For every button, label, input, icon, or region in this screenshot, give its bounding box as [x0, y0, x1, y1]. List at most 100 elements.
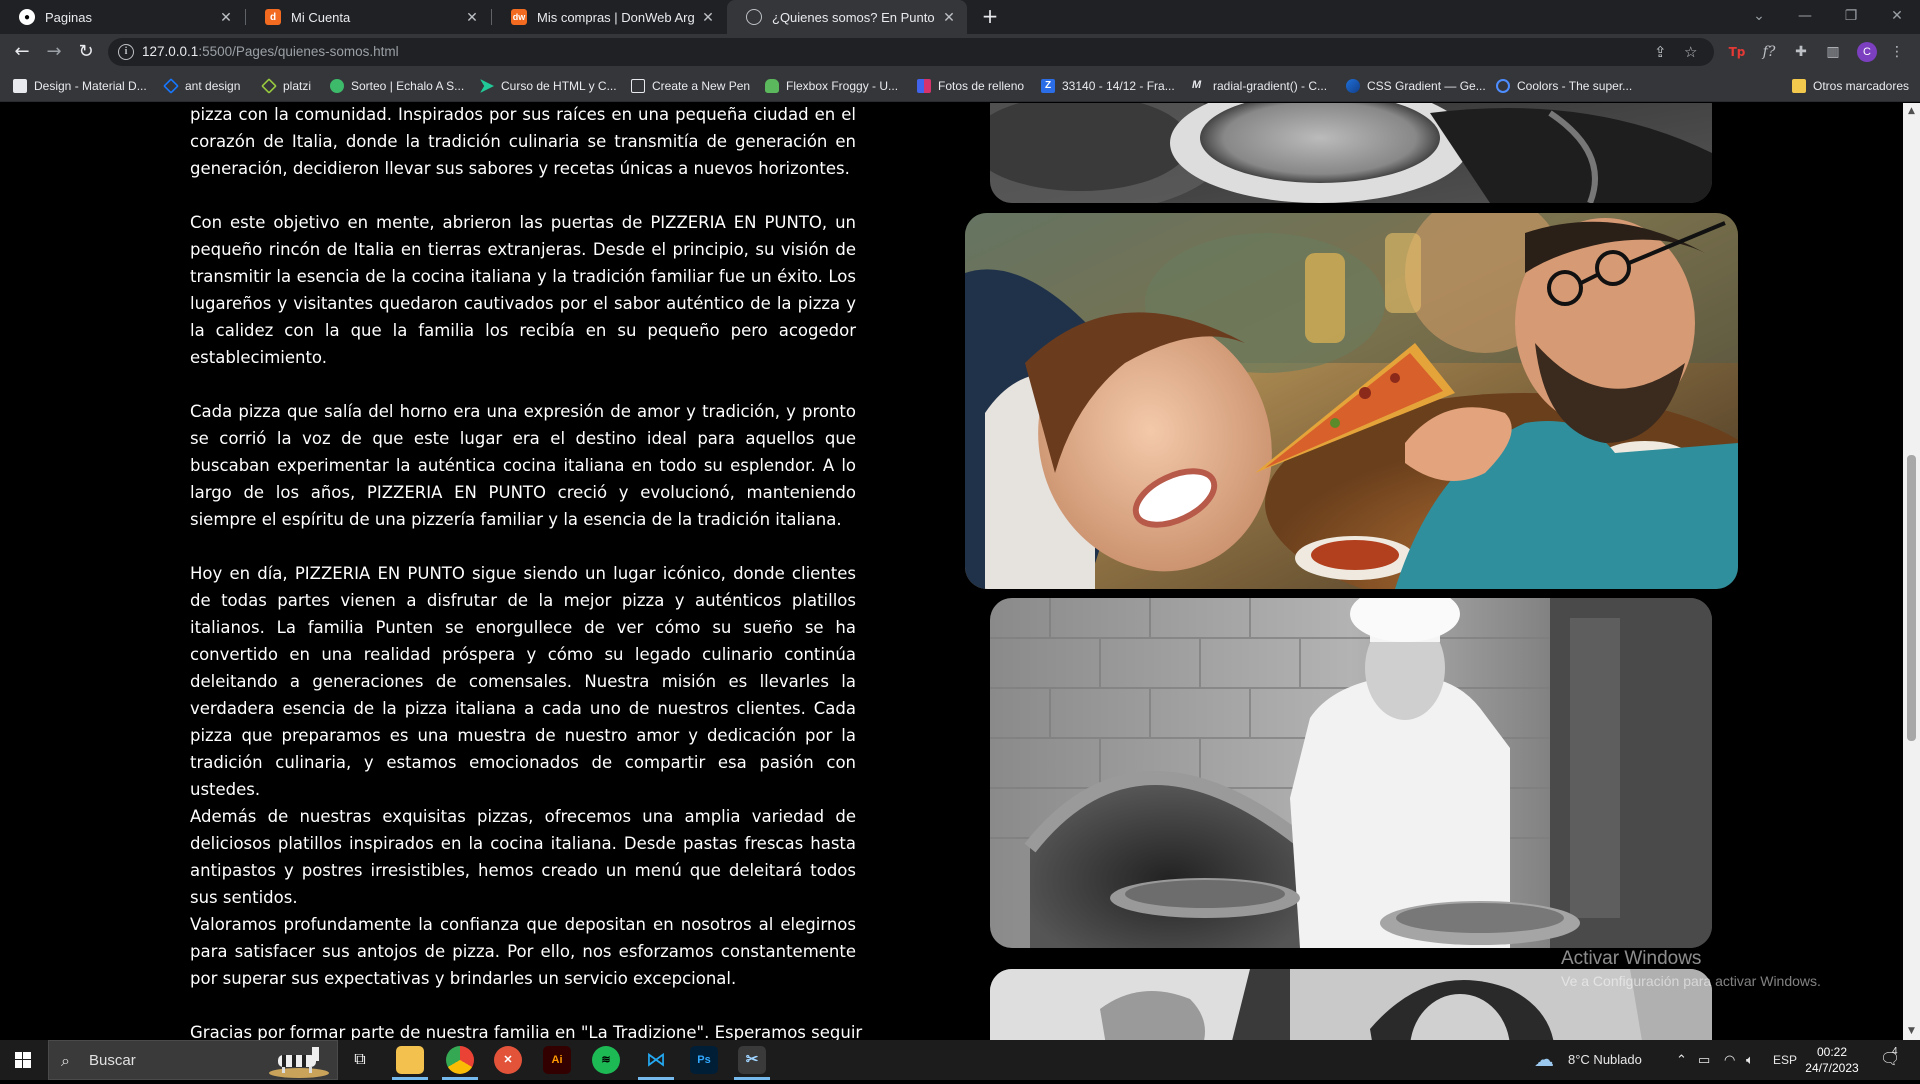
page-viewport: pizza con la comunidad. Inspirados por s… — [0, 103, 1903, 1040]
bookmarks-bar: Design - Material D... ant design platzi… — [0, 70, 1920, 102]
close-window-button[interactable]: ✕ — [1874, 0, 1920, 34]
tab-quienes-somos[interactable]: ¿Quienes somos? En Punto Pizzeria ✕ — [727, 0, 967, 34]
close-icon[interactable]: ✕ — [700, 9, 716, 26]
share-icon[interactable]: ⇪ — [1654, 43, 1667, 61]
scroll-up-arrow-icon[interactable]: ▲ — [1903, 103, 1920, 120]
side-panel-icon[interactable]: ▥ — [1823, 42, 1843, 62]
close-icon[interactable]: ✕ — [218, 9, 234, 26]
coolors-icon — [1496, 79, 1510, 93]
bookmark-ant-design[interactable]: ant design — [163, 77, 240, 95]
about-paragraph: Cada pizza que salía del horno era una e… — [190, 402, 856, 529]
gradient-icon — [1346, 79, 1360, 93]
git-client-icon[interactable]: ✕ — [494, 1046, 522, 1074]
photo-couple-sharing-pizza — [965, 213, 1738, 589]
ant-design-icon — [163, 78, 179, 94]
donweb-dw-icon: dw — [511, 9, 527, 25]
bookmark-icon — [13, 79, 27, 93]
about-paragraph: Valoramos profundamente la confianza que… — [190, 915, 856, 988]
zeta-icon: Z — [1041, 79, 1055, 93]
weather-text[interactable]: 8°C Nublado — [1568, 1040, 1642, 1080]
frog-icon — [765, 79, 779, 93]
chevron-right-icon — [480, 79, 494, 93]
about-paragraph: Hoy en día, PIZZERIA EN PUNTO sigue sien… — [190, 564, 856, 799]
menu-kebab-icon[interactable]: ⋮ — [1887, 42, 1907, 62]
photo-chef-with-pizzas-bw — [990, 598, 1712, 948]
browser-toolbar: ← → ↻ i 127.0.0.1:5500/Pages/quienes-som… — [0, 34, 1920, 70]
zebra-search-highlight-icon — [269, 1047, 329, 1078]
address-bar[interactable]: i 127.0.0.1:5500/Pages/quienes-somos.htm… — [108, 38, 1714, 66]
tray-chevron-up-icon[interactable]: ⌃ — [1676, 1040, 1687, 1080]
restore-button[interactable]: ❐ — [1828, 0, 1874, 34]
illustrator-icon[interactable]: Ai — [543, 1046, 571, 1074]
reload-button[interactable]: ↻ — [72, 39, 100, 65]
clock-time: 00:22 — [1816, 1045, 1848, 1059]
back-button[interactable]: ← — [8, 39, 36, 65]
platzi-icon — [261, 78, 277, 94]
close-icon[interactable]: ✕ — [941, 9, 957, 26]
tab-title: Paginas — [45, 9, 92, 25]
minimize-button[interactable]: — — [1782, 0, 1828, 34]
language-indicator[interactable]: ESP — [1773, 1040, 1797, 1080]
bookmark-codepen[interactable]: Create a New Pen — [631, 77, 750, 95]
snipping-tool-icon[interactable]: ✂ — [738, 1046, 766, 1074]
mdn-icon: M — [1192, 79, 1202, 91]
bookmark-radial-gradient[interactable]: Mradial-gradient() - C... — [1192, 77, 1327, 95]
tab-mi-cuenta[interactable]: d Mi Cuenta ✕ — [246, 0, 490, 34]
page-scrollbar[interactable]: ▲ ▼ — [1903, 103, 1920, 1040]
taskbar-clock[interactable]: 00:22 24/7/2023 — [1796, 1044, 1868, 1076]
file-explorer-icon[interactable] — [396, 1046, 424, 1074]
bookmark-star-icon[interactable]: ☆ — [1684, 43, 1697, 61]
windows-logo-icon — [15, 1052, 31, 1068]
search-placeholder: Buscar — [89, 1052, 136, 1069]
donweb-icon: d — [265, 9, 281, 25]
url-text[interactable]: 127.0.0.1:5500/Pages/quienes-somos.html — [142, 44, 399, 59]
bookmark-otros-marcadores[interactable]: Otros marcadores — [1792, 77, 1909, 95]
scroll-down-arrow-icon[interactable]: ▼ — [1903, 1023, 1920, 1040]
extension-font-icon[interactable]: f? — [1759, 42, 1779, 62]
bookmark-33140[interactable]: Z 33140 - 14/12 - Fra... — [1041, 77, 1175, 95]
browser-window: ● Paginas ✕ d Mi Cuenta ✕ dw Mis compras… — [0, 0, 1920, 1080]
notification-center-icon[interactable]: 🗨︎ 4 — [1880, 1040, 1900, 1080]
forward-button[interactable]: → — [40, 39, 68, 65]
tab-title: Mis compras | DonWeb Argentina — [537, 9, 694, 25]
photoshop-icon[interactable]: Ps — [690, 1046, 718, 1074]
bookmark-sorteo[interactable]: Sorteo | Echalo A S... — [330, 77, 464, 95]
scrollbar-thumb[interactable] — [1907, 455, 1916, 741]
tab-paginas[interactable]: ● Paginas ✕ — [0, 0, 244, 34]
chrome-icon[interactable] — [446, 1046, 474, 1074]
wifi-icon[interactable]: ◠ — [1724, 1040, 1735, 1080]
tab-mis-compras[interactable]: dw Mis compras | DonWeb Argentina ✕ — [492, 0, 726, 34]
bookmark-fotos-relleno[interactable]: Fotos de relleno — [917, 77, 1024, 95]
bookmark-curso-html[interactable]: Curso de HTML y C... — [480, 77, 617, 95]
bookmark-design-material[interactable]: Design - Material D... — [13, 77, 147, 95]
taskbar-search-box[interactable]: ⌕ Buscar — [48, 1040, 338, 1080]
bookmark-css-gradient[interactable]: CSS Gradient — Ge... — [1346, 77, 1486, 95]
extensions-puzzle-icon[interactable]: ✚ — [1791, 42, 1811, 62]
volume-icon[interactable]: 🔈︎ — [1746, 1040, 1754, 1080]
task-view-icon[interactable]: ⧉ — [346, 1046, 374, 1074]
notification-count: 4 — [1892, 1046, 1898, 1057]
site-info-icon[interactable]: i — [118, 44, 134, 60]
tab-title: Mi Cuenta — [291, 9, 351, 25]
taskbar: ⌕ Buscar ⧉ ✕ Ai ≋ ⋈ Ps ✂ ☁ 8°C Nublado ⌃… — [0, 1040, 1920, 1080]
windows-start-button[interactable] — [0, 1040, 46, 1080]
tray-device-icon[interactable]: ▭ — [1698, 1040, 1710, 1080]
bookmark-platzi[interactable]: platzi — [261, 77, 311, 95]
bookmark-flexbox-froggy[interactable]: Flexbox Froggy - U... — [765, 77, 898, 95]
new-tab-button[interactable]: + — [978, 5, 1002, 29]
activation-watermark-subtitle: Ve a Configuración para activar Windows. — [1561, 973, 1821, 989]
image-icon — [917, 79, 931, 93]
tab-strip: ● Paginas ✕ d Mi Cuenta ✕ dw Mis compras… — [0, 0, 1920, 34]
bookmark-coolors[interactable]: Coolors - The super... — [1496, 77, 1632, 95]
extension-tp-icon[interactable]: Tp — [1727, 42, 1747, 62]
profile-avatar[interactable]: C — [1857, 42, 1877, 62]
vscode-icon[interactable]: ⋈ — [642, 1046, 670, 1074]
about-paragraph: Además de nuestras exquisitas pizzas, of… — [190, 807, 856, 907]
codepen-icon — [631, 79, 645, 93]
clock-date: 24/7/2023 — [1805, 1061, 1859, 1075]
weather-cloud-icon[interactable]: ☁ — [1534, 1040, 1554, 1080]
close-icon[interactable]: ✕ — [464, 9, 480, 26]
tab-search-icon[interactable]: ⌄ — [1736, 0, 1782, 34]
tab-title: ¿Quienes somos? En Punto Pizzeria — [772, 9, 935, 25]
spotify-icon[interactable]: ≋ — [592, 1046, 620, 1074]
